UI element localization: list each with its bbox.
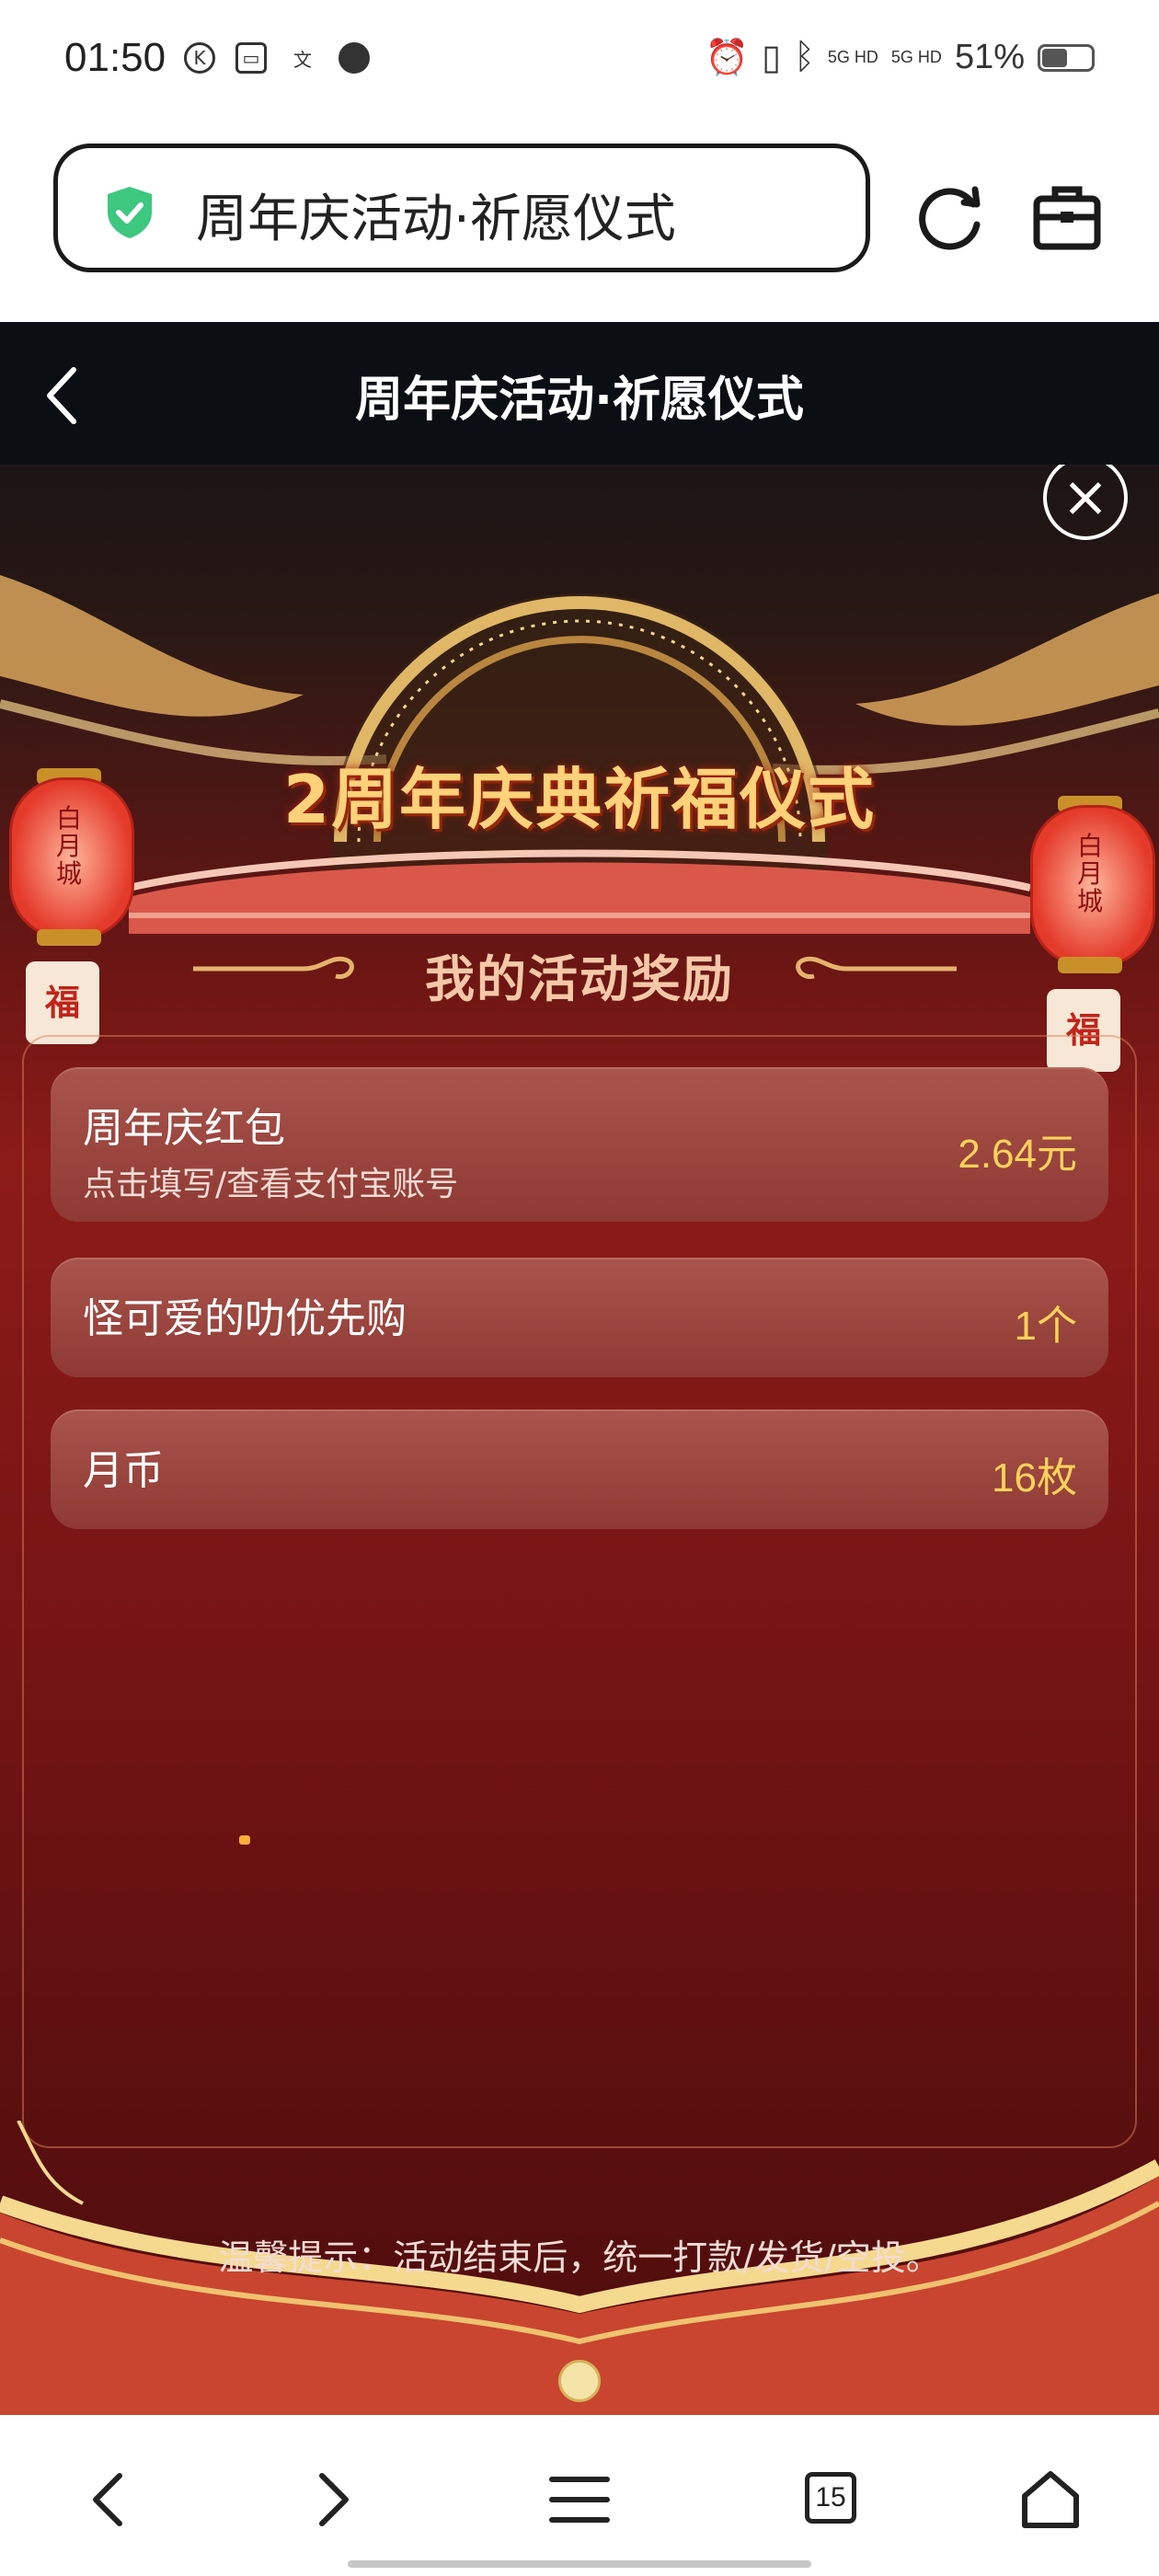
section-heading: 我的活动奖励: [425, 950, 734, 1008]
reward-value: 1个: [1014, 1304, 1077, 1349]
moon-icon: [558, 2360, 601, 2402]
reward-name: 怪可爱的叻优先购: [83, 1295, 407, 1342]
bluetooth-icon: ᛒ: [794, 38, 815, 76]
reward-item-red-packet[interactable]: 周年庆红包 点击填写/查看支付宝账号 2.64元: [51, 1067, 1108, 1222]
k-app-icon: K: [184, 42, 215, 74]
signal-2: 5G HD: [890, 48, 942, 66]
temple-roof: [129, 849, 1030, 934]
url-bar[interactable]: 周年庆活动·祈愿仪式: [53, 144, 870, 272]
activity-page: 2周年庆典祈福仪式 白月城 福 白月城 福 我的活动奖励 周年庆红包 点击填写/…: [0, 465, 1159, 2415]
url-title: 周年庆活动·祈愿仪式: [196, 190, 676, 249]
translate-icon: 文: [293, 48, 312, 71]
spark-decoration: [239, 1835, 250, 1845]
cloud-ornament-right: [796, 956, 957, 980]
shield-check-icon: [108, 187, 152, 238]
lantern-label: 白月城: [1076, 831, 1103, 916]
menu-icon[interactable]: [543, 2463, 616, 2536]
app-header: 周年庆活动·祈愿仪式: [0, 322, 1159, 465]
tip-text: 温馨提示：活动结束后，统一打款/发货/空投。: [218, 2237, 941, 2278]
signal-1: 5G HD: [827, 48, 878, 66]
page-title: 周年庆活动·祈愿仪式: [355, 373, 804, 428]
nav-back-icon[interactable]: [74, 2463, 147, 2536]
home-icon[interactable]: [1014, 2463, 1087, 2536]
alarm-icon: ⏰: [705, 38, 750, 77]
home-indicator[interactable]: [348, 2560, 811, 2568]
reward-item-monthly-coins: 月币 16枚: [51, 1409, 1108, 1529]
nav-forward-icon[interactable]: [294, 2463, 368, 2536]
festival-title: 2周年庆典祈福仪式: [282, 761, 877, 838]
status-bar: 01:50 K ▭ 文 ⏰ ▯ ᛒ 5G HD 5G HD 51%: [0, 0, 1159, 129]
reward-subtitle: 点击填写/查看支付宝账号: [83, 1166, 459, 1203]
battery-icon: [1038, 43, 1095, 72]
reward-item-presale: 怪可爱的叻优先购 1个: [51, 1258, 1108, 1377]
battery-percent: 51%: [954, 38, 1025, 76]
toolbox-icon[interactable]: [1026, 177, 1108, 259]
browser-url-row: 周年庆活动·祈愿仪式: [0, 129, 1159, 322]
browser-bottom-nav: 15: [0, 2415, 1159, 2576]
tv-app-icon: ▭: [235, 42, 267, 74]
tabs-count: 15: [805, 2472, 856, 2524]
lantern-label: 白月城: [55, 803, 82, 889]
reward-name: 月币: [83, 1447, 164, 1494]
battery-fill: [1042, 48, 1067, 67]
message-icon: [339, 42, 370, 74]
notification-icons: K ▭ 文: [184, 42, 370, 74]
tabs-button[interactable]: 15: [796, 2463, 869, 2536]
status-time: 01:50: [64, 35, 166, 80]
reload-icon[interactable]: [911, 177, 993, 259]
reward-value: 16枚: [992, 1455, 1077, 1501]
reward-value: 2.64元: [958, 1132, 1077, 1177]
reward-name: 周年庆红包: [83, 1105, 285, 1152]
vibrate-icon: ▯: [762, 39, 782, 77]
status-right: ⏰ ▯ ᛒ 5G HD 5G HD 51%: [706, 37, 1095, 78]
